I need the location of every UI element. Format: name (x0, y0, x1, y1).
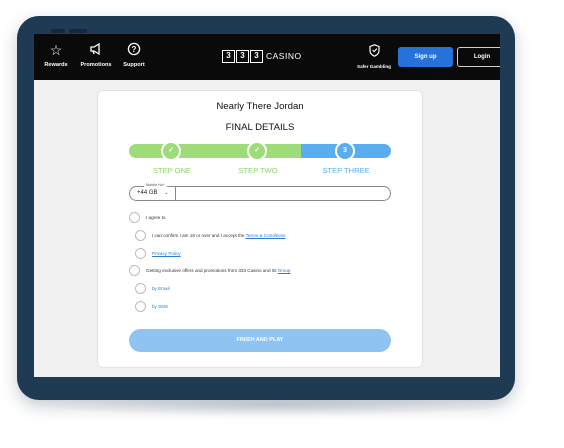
agree-all-radio[interactable] (129, 212, 140, 223)
by-sms-radio[interactable] (135, 301, 146, 312)
logo-word: CASINO (266, 51, 302, 61)
country-code-select[interactable]: +44 GB ⌄ (137, 190, 168, 196)
nav-promotions-label: Promotions (80, 62, 112, 68)
offers-radio[interactable] (129, 265, 140, 276)
help-icon: ? (114, 42, 154, 58)
svg-text:?: ? (132, 45, 137, 54)
offers-option[interactable]: Getting exclusive offers and promotions … (129, 265, 290, 276)
privacy-radio[interactable] (135, 248, 146, 259)
mobile-number-label: Mobile No* (144, 183, 167, 187)
nav-promotions[interactable]: Promotions (76, 42, 116, 68)
terms-link[interactable]: Terms & Conditions (246, 233, 286, 238)
nav-support[interactable]: ? Support (114, 42, 154, 68)
by-sms-label: by SMS (152, 304, 169, 309)
form-title: Nearly There Jordan (216, 101, 304, 112)
casino-logo[interactable]: 3 3 3 CASINO (222, 49, 302, 63)
country-code-value: +44 GB (137, 190, 158, 196)
tablet-button (69, 29, 87, 33)
agree-all-option[interactable]: I agree to (129, 212, 165, 223)
privacy-link[interactable]: Privacy Policy (152, 251, 181, 256)
nav-rewards[interactable]: ☆ Rewards (36, 42, 76, 68)
phone-divider (175, 187, 176, 200)
logo-digit: 3 (222, 49, 235, 63)
form-subtitle: FINAL DETAILS (225, 122, 295, 133)
step-two-check-icon: ✓ (247, 141, 267, 161)
agree-all-label: I agree to (146, 215, 166, 220)
top-nav: ☆ Rewards Promotions ? Support 3 3 3 CAS… (34, 34, 500, 80)
safer-gambling-label: Safer Gambling (357, 64, 391, 69)
step-three-label: STEP THREE (322, 166, 370, 175)
group-link[interactable]: Group (278, 268, 291, 273)
step-progress: ✓ ✓ 3 (129, 141, 391, 161)
logo-digit: 3 (236, 49, 249, 63)
age-terms-radio[interactable] (135, 230, 146, 241)
nav-support-label: Support (123, 62, 145, 68)
registration-card: Nearly There Jordan FINAL DETAILS ✓ ✓ 3 … (97, 90, 423, 368)
nav-rewards-label: Rewards (44, 62, 68, 68)
step-three-number: 3 (335, 141, 355, 161)
shield-icon (356, 44, 392, 61)
chevron-down-icon: ⌄ (164, 190, 169, 196)
step-one-check-icon: ✓ (161, 141, 181, 161)
login-button[interactable]: Login (457, 47, 500, 67)
screen: ☆ Rewards Promotions ? Support 3 3 3 CAS… (34, 34, 500, 377)
safer-gambling-link[interactable]: Safer Gambling (356, 44, 392, 69)
sign-up-button[interactable]: Sign up (398, 47, 453, 67)
step-two-label: STEP TWO (238, 166, 278, 175)
privacy-option[interactable]: Privacy Policy (135, 248, 181, 259)
megaphone-icon (76, 42, 116, 58)
by-sms-option[interactable]: by SMS (135, 301, 168, 312)
age-terms-label: I can confirm I am 18 or over and I acce… (152, 233, 286, 238)
mobile-number-field[interactable]: Mobile No* +44 GB ⌄ (129, 183, 391, 201)
by-email-label: by Email (152, 286, 170, 291)
finish-and-play-button[interactable]: FINISH AND PLAY (129, 329, 391, 352)
by-email-option[interactable]: by Email (135, 283, 170, 294)
logo-digit: 3 (250, 49, 263, 63)
step-one-label: STEP ONE (152, 166, 192, 175)
by-email-radio[interactable] (135, 283, 146, 294)
tablet-button (51, 29, 65, 33)
age-terms-option[interactable]: I can confirm I am 18 or over and I acce… (135, 230, 285, 241)
offers-label: Getting exclusive offers and promotions … (146, 268, 291, 273)
star-icon: ☆ (49, 42, 63, 58)
